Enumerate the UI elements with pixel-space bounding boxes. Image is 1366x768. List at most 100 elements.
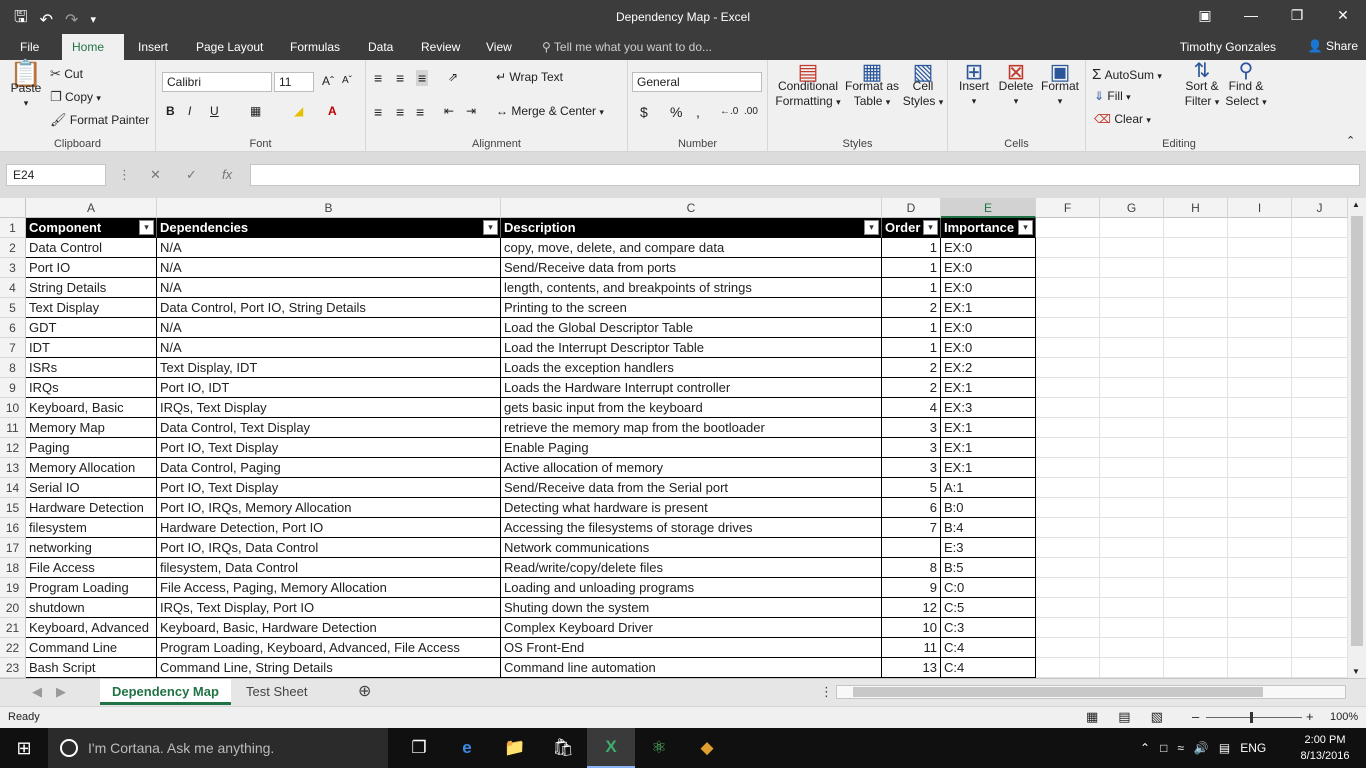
zoom-slider[interactable] (1206, 717, 1302, 718)
empty-cell[interactable] (1100, 218, 1164, 238)
empty-cell[interactable] (1228, 358, 1292, 378)
share-button[interactable]: 👤 Share (1308, 39, 1358, 53)
row-header[interactable]: 21 (0, 618, 26, 638)
zoom-slider-handle[interactable] (1250, 712, 1253, 723)
empty-cell[interactable] (1292, 558, 1348, 578)
table-cell[interactable]: B:5 (941, 558, 1036, 578)
clock[interactable]: 2:00 PM 8/13/2016 (1294, 732, 1356, 764)
table-cell[interactable]: Port IO (26, 258, 157, 278)
align-center-icon[interactable]: ≡ (396, 104, 404, 120)
table-cell[interactable]: Accessing the filesystems of storage dri… (501, 518, 882, 538)
empty-cell[interactable] (1036, 258, 1100, 278)
table-cell[interactable]: Data Control, Text Display (157, 418, 501, 438)
empty-cell[interactable] (1228, 218, 1292, 238)
wrap-text-button[interactable]: ↵ Wrap Text (496, 70, 563, 84)
empty-cell[interactable] (1164, 418, 1228, 438)
empty-cell[interactable] (1228, 438, 1292, 458)
table-cell[interactable]: networking (26, 538, 157, 558)
table-header-cell[interactable]: Component ▾ (26, 218, 157, 238)
empty-cell[interactable] (1100, 498, 1164, 518)
empty-cell[interactable] (1292, 398, 1348, 418)
row-header[interactable]: 18 (0, 558, 26, 578)
cortana-search-box[interactable]: I'm Cortana. Ask me anything. (48, 728, 388, 768)
empty-cell[interactable] (1292, 458, 1348, 478)
table-cell[interactable]: Keyboard, Advanced (26, 618, 157, 638)
empty-cell[interactable] (1100, 258, 1164, 278)
align-left-icon[interactable]: ≡ (374, 104, 382, 120)
filter-dropdown-icon[interactable]: ▾ (483, 220, 498, 235)
column-header-i[interactable]: I (1228, 198, 1292, 218)
empty-cell[interactable] (1228, 298, 1292, 318)
language-indicator[interactable]: ENG (1240, 741, 1266, 755)
chevron-up-icon[interactable]: ⌃ (1140, 741, 1150, 755)
empty-cell[interactable] (1228, 278, 1292, 298)
font-color-icon[interactable]: A (328, 104, 337, 118)
empty-cell[interactable] (1228, 418, 1292, 438)
empty-cell[interactable] (1292, 478, 1348, 498)
empty-cell[interactable] (1100, 578, 1164, 598)
filter-dropdown-icon[interactable]: ▾ (864, 220, 879, 235)
check-icon[interactable]: ✓ (186, 167, 197, 183)
grow-font-icon[interactable]: Aˆ (322, 74, 334, 88)
table-cell[interactable]: Serial IO (26, 478, 157, 498)
percent-button[interactable]: % (670, 104, 682, 120)
tab-data[interactable]: Data (358, 34, 403, 60)
column-header-d[interactable]: D (882, 198, 941, 218)
table-header-cell[interactable]: Dependencies ▾ (157, 218, 501, 238)
insert-function-button[interactable]: fx (222, 167, 232, 182)
table-cell[interactable]: filesystem, Data Control (157, 558, 501, 578)
empty-cell[interactable] (1100, 658, 1164, 678)
empty-cell[interactable] (1100, 618, 1164, 638)
row-header[interactable]: 1 (0, 218, 26, 238)
table-cell[interactable]: 3 (882, 418, 941, 438)
empty-cell[interactable] (1036, 578, 1100, 598)
table-cell[interactable]: IRQs, Text Display, Port IO (157, 598, 501, 618)
empty-cell[interactable] (1164, 478, 1228, 498)
decrease-decimal-icon[interactable]: .00 (744, 106, 758, 117)
table-cell[interactable]: 1 (882, 258, 941, 278)
empty-cell[interactable] (1228, 378, 1292, 398)
table-cell[interactable]: Active allocation of memory (501, 458, 882, 478)
empty-cell[interactable] (1100, 338, 1164, 358)
empty-cell[interactable] (1164, 218, 1228, 238)
more-icon[interactable]: ⋮ (118, 167, 131, 183)
comma-button[interactable]: , (696, 104, 700, 120)
table-cell[interactable]: Loading and unloading programs (501, 578, 882, 598)
empty-cell[interactable] (1228, 598, 1292, 618)
empty-cell[interactable] (1164, 298, 1228, 318)
table-cell[interactable]: Loads the Hardware Interrupt controller (501, 378, 882, 398)
table-cell[interactable]: Hardware Detection (26, 498, 157, 518)
table-cell[interactable]: OS Front-End (501, 638, 882, 658)
format-cells-button[interactable]: ▣ Format ▾ (1038, 61, 1082, 109)
row-header[interactable]: 15 (0, 498, 26, 518)
empty-cell[interactable] (1164, 578, 1228, 598)
table-cell[interactable]: Network communications (501, 538, 882, 558)
empty-cell[interactable] (1100, 358, 1164, 378)
sort-filter-button[interactable]: ⇅ Sort & Filter ▾ (1182, 61, 1222, 110)
table-cell[interactable]: N/A (157, 318, 501, 338)
cell-styles-button[interactable]: ▧ Cell Styles ▾ (902, 61, 944, 110)
increase-decimal-icon[interactable]: ←.0 (720, 106, 738, 117)
empty-cell[interactable] (1228, 658, 1292, 678)
table-cell[interactable]: Detecting what hardware is present (501, 498, 882, 518)
table-cell[interactable]: Data Control, Paging (157, 458, 501, 478)
bold-button[interactable]: B (166, 104, 175, 118)
table-cell[interactable]: IRQs, Text Display (157, 398, 501, 418)
fill-color-icon[interactable]: ◢ (294, 104, 303, 118)
empty-cell[interactable] (1164, 238, 1228, 258)
table-cell[interactable]: C:5 (941, 598, 1036, 618)
table-cell[interactable]: 9 (882, 578, 941, 598)
sheet-tab-test-sheet[interactable]: Test Sheet (234, 679, 319, 705)
shrink-font-icon[interactable]: Aˇ (342, 75, 352, 86)
empty-cell[interactable] (1036, 298, 1100, 318)
cut-button[interactable]: ✂ Cut (50, 66, 83, 82)
row-header[interactable]: 10 (0, 398, 26, 418)
empty-cell[interactable] (1292, 658, 1348, 678)
empty-cell[interactable] (1228, 398, 1292, 418)
empty-cell[interactable] (1100, 438, 1164, 458)
restore-icon[interactable]: ❐ (1274, 0, 1320, 30)
empty-cell[interactable] (1036, 438, 1100, 458)
empty-cell[interactable] (1036, 518, 1100, 538)
clear-button[interactable]: ⌫ Clear ▾ (1094, 112, 1151, 126)
edge-browser-icon[interactable]: e (443, 728, 491, 768)
